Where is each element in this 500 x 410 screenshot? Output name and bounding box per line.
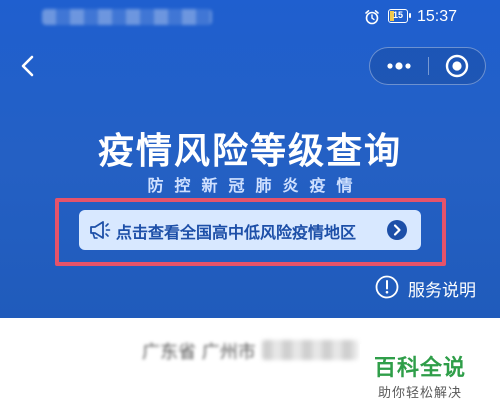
info-icon [375, 275, 399, 299]
watermark-title: 百科全说 [374, 356, 467, 381]
arrow-circle-icon [387, 220, 407, 240]
hero-section: 15 15:37 疫情风险等级查询 防控新冠肺炎疫情 点击查看全国高中低风险疫情… [0, 0, 500, 318]
more-dots-icon[interactable] [370, 48, 428, 84]
close-target-icon[interactable] [429, 48, 485, 84]
risk-area-query-button[interactable]: 点击查看全国高中低风险疫情地区 [79, 210, 421, 250]
location-redacted [262, 340, 358, 360]
page-title: 疫情风险等级查询 [97, 131, 402, 172]
carrier-info-blurred [42, 9, 212, 25]
app-screen: 15 15:37 疫情风险等级查询 防控新冠肺炎疫情 点击查看全国高中低风险疫情… [0, 0, 500, 410]
alarm-icon [365, 10, 379, 25]
chevron-left-icon[interactable] [14, 52, 42, 80]
status-bar: 15 15:37 [0, 0, 500, 36]
status-time: 15:37 [417, 8, 458, 25]
megaphone-icon [90, 221, 111, 239]
battery-percent: 15 [392, 10, 403, 20]
watermark-logo: 百科全说 助你轻松解决 [360, 344, 500, 410]
location-text: 广东省 广州市 [142, 342, 256, 363]
miniprogram-capsule [369, 47, 486, 85]
battery-icon: 15 [388, 9, 411, 23]
page-subtitle: 防控新冠肺炎疫情 [147, 176, 364, 195]
watermark-subtitle: 助你轻松解决 [378, 386, 463, 401]
service-description-label: 服务说明 [408, 281, 476, 301]
risk-area-query-label: 点击查看全国高中低风险疫情地区 [116, 223, 357, 242]
